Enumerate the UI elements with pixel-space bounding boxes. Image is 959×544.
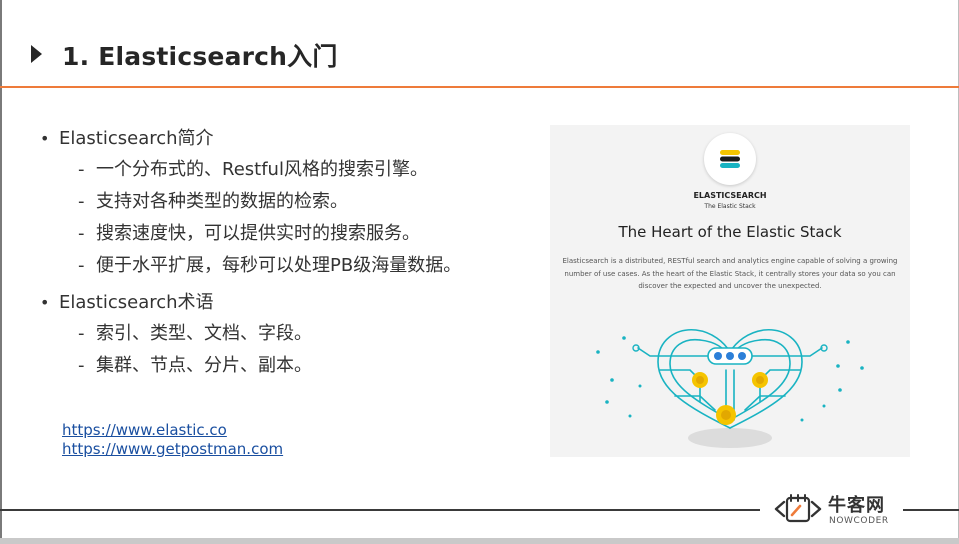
sub-bullet-text: 集群、节点、分片、副本。 bbox=[96, 355, 312, 376]
sub-bullet-text: 搜索速度快，可以提供实时的搜索服务。 bbox=[96, 223, 420, 244]
bullet-label: Elasticsearch术语 bbox=[59, 292, 214, 313]
sub-bullet-item: - 集群、节点、分片、副本。 bbox=[40, 350, 520, 382]
footer-divider bbox=[0, 509, 760, 511]
sub-bullet-item: - 索引、类型、文档、字段。 bbox=[40, 318, 520, 350]
dash-icon: - bbox=[78, 323, 85, 344]
sub-bullet-text: 一个分布式的、Restful风格的搜索引擎。 bbox=[96, 159, 428, 180]
logo-text-cn: 牛客网 bbox=[828, 495, 885, 516]
logo-text-en: NOWCODER bbox=[829, 516, 889, 526]
sub-bullet-text: 索引、类型、文档、字段。 bbox=[96, 323, 312, 344]
bullet-list: • Elasticsearch简介 - 一个分布式的、Restful风格的搜索引… bbox=[40, 124, 520, 382]
dash-icon: - bbox=[78, 191, 85, 212]
bullet-item: • Elasticsearch术语 bbox=[40, 288, 520, 318]
triangle-right-icon bbox=[31, 45, 42, 63]
elastic-link[interactable]: https://www.elastic.co bbox=[62, 421, 283, 440]
heart-circuit-illustration bbox=[596, 329, 864, 448]
title-divider bbox=[0, 86, 959, 88]
elastic-screenshot-image: ELASTICSEARCH The Elastic Stack The Hear… bbox=[550, 125, 910, 457]
es-brand-name: ELASTICSEARCH bbox=[693, 191, 767, 200]
bullet-dot-icon: • bbox=[40, 293, 50, 312]
sub-bullet-item: - 一个分布式的、Restful风格的搜索引擎。 bbox=[40, 154, 520, 186]
sub-bullet-item: - 便于水平扩展，每秒可以处理PB级海量数据。 bbox=[40, 250, 520, 282]
postman-link[interactable]: https://www.getpostman.com bbox=[62, 440, 283, 459]
sub-bullet-item: - 支持对各种类型的数据的检索。 bbox=[40, 186, 520, 218]
bullet-dot-icon: • bbox=[40, 129, 50, 148]
slide-title: 1. Elasticsearch入门 bbox=[62, 42, 338, 71]
bullet-label: Elasticsearch简介 bbox=[59, 128, 214, 149]
sub-bullet-item: - 搜索速度快，可以提供实时的搜索服务。 bbox=[40, 218, 520, 250]
reference-links: https://www.elastic.co https://www.getpo… bbox=[62, 421, 283, 459]
dash-icon: - bbox=[78, 355, 85, 376]
slide-header: 1. Elasticsearch入门 bbox=[0, 20, 959, 88]
es-description: Elasticsearch is a distributed, RESTful … bbox=[562, 257, 898, 290]
sub-bullet-text: 支持对各种类型的数据的检索。 bbox=[96, 191, 348, 212]
nowcoder-logo: 牛客网 NOWCODER bbox=[772, 489, 900, 531]
dash-icon: - bbox=[78, 255, 85, 276]
dash-icon: - bbox=[78, 223, 85, 244]
dash-icon: - bbox=[78, 159, 85, 180]
es-brand-subtitle: The Elastic Stack bbox=[704, 203, 756, 210]
bullet-item: • Elasticsearch简介 bbox=[40, 124, 520, 154]
sub-bullet-text: 便于水平扩展，每秒可以处理PB级海量数据。 bbox=[96, 255, 462, 276]
es-heading: The Heart of the Elastic Stack bbox=[618, 223, 842, 241]
elasticsearch-logo-icon bbox=[704, 133, 756, 185]
nowcoder-logo-icon bbox=[774, 494, 822, 523]
footer-divider bbox=[903, 509, 959, 511]
bottom-scrollbar-strip bbox=[0, 538, 959, 544]
